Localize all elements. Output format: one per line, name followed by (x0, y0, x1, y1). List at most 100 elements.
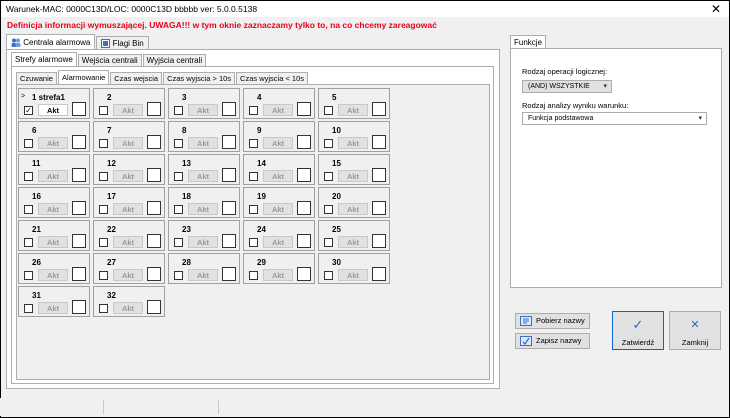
logic-operation-select[interactable]: (AND) WSZYSTKIE ▾ (522, 80, 612, 93)
zone-state-box[interactable] (72, 267, 86, 281)
zone-state-box[interactable] (222, 234, 236, 248)
zone-state-box[interactable] (372, 135, 386, 149)
zone-checkbox[interactable] (174, 271, 183, 280)
zone-checkbox[interactable] (249, 238, 258, 247)
zone-state-box[interactable] (372, 168, 386, 182)
tab-flagi-bin[interactable]: Flagi Bin (96, 36, 149, 49)
zone-checkbox[interactable] (99, 238, 108, 247)
akt-button[interactable]: Akt (113, 236, 143, 248)
akt-button[interactable]: Akt (113, 137, 143, 149)
zone-state-box[interactable] (72, 168, 86, 182)
zone-state-box[interactable] (372, 102, 386, 116)
zone-checkbox[interactable] (249, 271, 258, 280)
akt-button[interactable]: Akt (338, 137, 368, 149)
zone-state-box[interactable] (222, 168, 236, 182)
analysis-type-select[interactable]: Funkcja podstawowa ▾ (522, 112, 707, 125)
tab-wejscia-centrali[interactable]: Wejścia centrali (77, 54, 142, 66)
zone-state-box[interactable] (72, 234, 86, 248)
zone-checkbox[interactable] (324, 238, 333, 247)
akt-button[interactable]: Akt (38, 269, 68, 281)
zone-checkbox[interactable] (24, 271, 33, 280)
akt-button[interactable]: Akt (338, 203, 368, 215)
tab-czas-wyjscia-gt10[interactable]: Czas wyjscia > 10s (163, 72, 236, 84)
zone-checkbox[interactable] (324, 139, 333, 148)
close-window-icon[interactable]: ✕ (709, 1, 723, 17)
akt-button[interactable]: Akt (263, 269, 293, 281)
zone-checkbox[interactable] (99, 271, 108, 280)
akt-button[interactable]: Akt (38, 236, 68, 248)
zone-state-box[interactable] (372, 267, 386, 281)
tab-czas-wyjscia-lt10[interactable]: Czas wyjscia < 10s (236, 72, 309, 84)
zone-checkbox[interactable] (249, 106, 258, 115)
zone-checkbox[interactable] (24, 139, 33, 148)
zone-checkbox[interactable] (99, 205, 108, 214)
tab-czuwanie[interactable]: Czuwanie (16, 72, 57, 84)
zone-state-box[interactable] (297, 267, 311, 281)
akt-button[interactable]: Akt (263, 170, 293, 182)
zone-checkbox[interactable] (24, 205, 33, 214)
zone-checkbox[interactable] (324, 271, 333, 280)
zone-checkbox[interactable] (324, 172, 333, 181)
akt-button[interactable]: Akt (188, 137, 218, 149)
zone-state-box[interactable] (222, 135, 236, 149)
zone-checkbox[interactable] (324, 205, 333, 214)
zone-state-box[interactable] (72, 300, 86, 314)
zone-checkbox[interactable] (324, 106, 333, 115)
zone-checkbox[interactable] (99, 304, 108, 313)
akt-button[interactable]: Akt (338, 269, 368, 281)
zone-state-box[interactable] (72, 102, 86, 116)
zone-state-box[interactable] (147, 300, 161, 314)
zone-checkbox[interactable] (174, 238, 183, 247)
akt-button[interactable]: Akt (188, 170, 218, 182)
zone-checkbox[interactable] (249, 139, 258, 148)
zone-state-box[interactable] (147, 201, 161, 215)
zone-checkbox[interactable] (99, 106, 108, 115)
confirm-button[interactable]: ✓ Zatwierdź (612, 311, 664, 350)
tab-alarmowanie[interactable]: Alarmowanie (57, 70, 110, 84)
akt-button[interactable]: Akt (38, 302, 68, 314)
zone-checkbox[interactable] (24, 172, 33, 181)
akt-button[interactable]: Akt (338, 236, 368, 248)
zone-checkbox[interactable] (249, 172, 258, 181)
tab-czas-wejscia[interactable]: Czas wejscia (110, 72, 163, 84)
zone-state-box[interactable] (147, 135, 161, 149)
tab-wyjscia-centrali[interactable]: Wyjścia centrali (142, 54, 207, 66)
akt-button[interactable]: Akt (188, 236, 218, 248)
zone-state-box[interactable] (222, 201, 236, 215)
zone-checkbox[interactable] (174, 205, 183, 214)
akt-button[interactable]: Akt (38, 170, 68, 182)
akt-button[interactable]: Akt (38, 137, 68, 149)
tab-centrala-alarmowa[interactable]: Centrala alarmowa (6, 34, 96, 49)
zone-state-box[interactable] (147, 102, 161, 116)
zone-state-box[interactable] (222, 102, 236, 116)
zone-state-box[interactable] (372, 201, 386, 215)
zone-checkbox[interactable] (99, 139, 108, 148)
zone-checkbox[interactable] (249, 205, 258, 214)
akt-button[interactable]: Akt (113, 302, 143, 314)
akt-button[interactable]: Akt (188, 203, 218, 215)
zone-state-box[interactable] (297, 102, 311, 116)
zone-checkbox[interactable] (174, 106, 183, 115)
fetch-names-button[interactable]: Pobierz nazwy (515, 313, 590, 329)
close-button[interactable]: ✕ Zamknij (669, 311, 721, 350)
zone-checkbox[interactable] (174, 172, 183, 181)
akt-button[interactable]: Akt (113, 170, 143, 182)
akt-button[interactable]: Akt (113, 203, 143, 215)
zone-state-box[interactable] (297, 234, 311, 248)
zone-state-box[interactable] (372, 234, 386, 248)
save-names-button[interactable]: Zapisz nazwy (515, 333, 590, 349)
akt-button[interactable]: Akt (188, 269, 218, 281)
akt-button[interactable]: Akt (338, 170, 368, 182)
zone-state-box[interactable] (297, 135, 311, 149)
zone-state-box[interactable] (147, 234, 161, 248)
akt-button[interactable]: Akt (113, 104, 143, 116)
zone-state-box[interactable] (72, 201, 86, 215)
akt-button[interactable]: Akt (113, 269, 143, 281)
zone-state-box[interactable] (147, 267, 161, 281)
zone-checkbox[interactable]: ✓ (24, 106, 33, 115)
tab-strefy-alarmowe[interactable]: Strefy alarmowe (11, 52, 77, 66)
zone-state-box[interactable] (297, 201, 311, 215)
zone-checkbox[interactable] (24, 238, 33, 247)
akt-button[interactable]: Akt (188, 104, 218, 116)
akt-button[interactable]: Akt (38, 203, 68, 215)
